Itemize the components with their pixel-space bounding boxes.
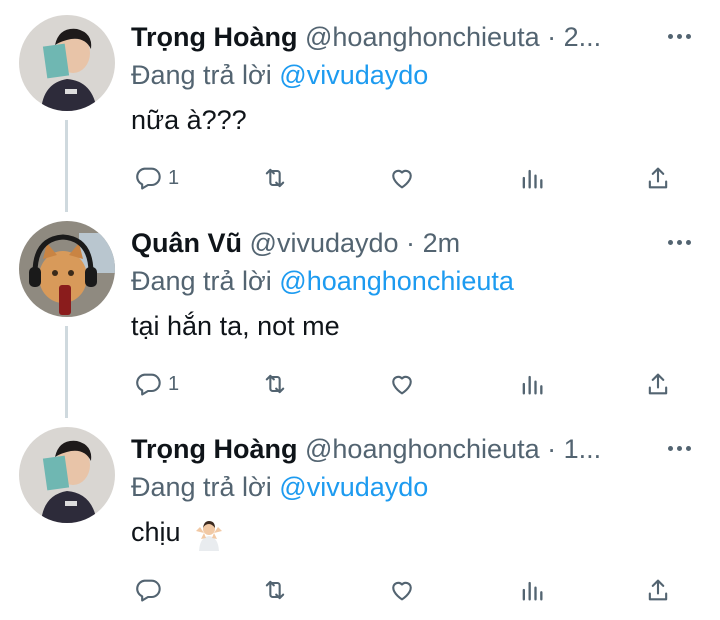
user-handle[interactable]: @vivudaydo [250,228,399,258]
share-icon [648,373,668,395]
person-shrugging-emoji [196,520,223,551]
display-name[interactable]: Quân Vũ [131,228,242,258]
more-icon[interactable] [662,22,696,50]
share-icon [648,167,668,189]
reply-count: 1 [168,166,180,189]
replying-label: Đang trả lời [131,472,272,502]
replying-to: Đang trả lời @vivudaydo [131,470,428,504]
reply-button[interactable]: 1 [134,364,179,404]
retweet-icon [265,168,285,188]
share-button[interactable] [644,570,672,610]
mention-link[interactable]: @vivudaydo [279,472,428,502]
mention-link[interactable]: @hoanghonchieuta [279,266,514,296]
like-button[interactable] [388,364,416,404]
user-handle[interactable]: @hoanghonchieuta [305,22,540,52]
retweet-button[interactable] [260,570,290,610]
tweet-header: Trọng Hoàng @hoanghonchieuta · 2... [131,20,651,54]
share-icon [648,579,668,601]
avatar[interactable] [19,221,115,317]
reply-icon [136,579,161,602]
views-button[interactable] [518,570,546,610]
views-button[interactable] [518,364,546,404]
retweet-icon [265,580,285,600]
tweet[interactable]: Trọng Hoàng @hoanghonchieuta · 2... Đang… [0,0,720,206]
user-handle[interactable]: @hoanghonchieuta [305,434,540,464]
tweet-header: Trọng Hoàng @hoanghonchieuta · 1... [131,432,651,466]
views-icon [522,169,543,189]
views-icon [522,375,543,395]
reply-button[interactable]: 1 [134,158,179,198]
mention-link[interactable]: @vivudaydo [279,60,428,90]
retweet-icon [265,374,285,394]
reply-icon [136,167,161,190]
separator-dot: · [406,228,416,258]
retweet-button[interactable] [260,364,290,404]
like-button[interactable] [388,158,416,198]
tweet-actions [0,570,720,610]
views-icon [522,581,543,601]
like-icon [392,169,412,189]
share-button[interactable] [644,364,672,404]
replying-to: Đang trả lời @hoanghonchieuta [131,264,514,298]
like-icon [392,581,412,601]
reply-button[interactable] [134,570,168,610]
replying-label: Đang trả lời [131,60,272,90]
tweet[interactable]: Trọng Hoàng @hoanghonchieuta · 1... Đang… [0,412,720,618]
reply-icon [136,373,161,396]
more-icon[interactable] [662,228,696,256]
display-name[interactable]: Trọng Hoàng [131,434,297,464]
tweet-actions: 1 [0,364,720,404]
separator-dot: · [547,22,557,52]
tweet-text: chịu [131,517,181,547]
replying-to: Đang trả lời @vivudaydo [131,58,428,92]
tweet[interactable]: Quân Vũ @vivudaydo · 2m Đang trả lời @ho… [0,206,720,412]
separator-dot: · [547,434,557,464]
replying-label: Đang trả lời [131,266,272,296]
more-icon[interactable] [662,434,696,462]
reply-count: 1 [168,372,180,395]
like-icon [392,375,412,395]
views-button[interactable] [518,158,546,198]
timestamp[interactable]: 1... [564,434,602,464]
avatar[interactable] [19,15,115,111]
like-button[interactable] [388,570,416,610]
tweet-actions: 1 [0,158,720,198]
tweet-content: chịu [131,514,226,551]
tweet-text: tại hắn ta, not me [131,311,340,341]
timestamp[interactable]: 2... [564,22,602,52]
retweet-button[interactable] [260,158,290,198]
timestamp[interactable]: 2m [423,228,461,258]
share-button[interactable] [644,158,672,198]
display-name[interactable]: Trọng Hoàng [131,22,297,52]
tweet-header: Quân Vũ @vivudaydo · 2m [131,226,651,260]
tweet-text: nữa à??? [131,105,247,135]
avatar[interactable] [19,427,115,523]
